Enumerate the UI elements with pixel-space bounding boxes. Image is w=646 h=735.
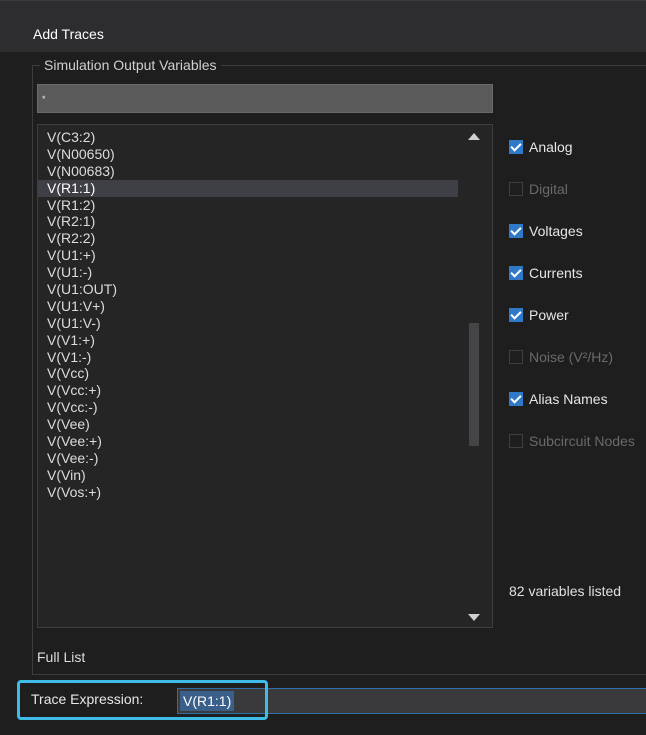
checkbox-label: Power <box>529 307 569 323</box>
scroll-up-arrow-icon[interactable] <box>468 133 480 140</box>
checkbox-unchecked-icon <box>509 350 523 364</box>
group-legend: Simulation Output Variables <box>40 57 221 73</box>
list-item[interactable]: V(N00650) <box>38 146 458 163</box>
list-item[interactable]: V(Vcc) <box>38 365 458 382</box>
list-item[interactable]: V(N00683) <box>38 163 458 180</box>
checkbox-unchecked-icon <box>509 434 523 448</box>
list-item[interactable]: V(U1:-) <box>38 264 458 281</box>
list-item[interactable]: V(V1:+) <box>38 332 458 349</box>
checkbox-label: Currents <box>529 265 583 281</box>
checkbox-checked-icon[interactable] <box>509 224 523 238</box>
variables-list: V(C3:2) V(N00650) V(N00683) V(R1:1) V(R1:2) V… <box>38 129 458 501</box>
checkbox-label: Alias Names <box>529 391 608 407</box>
list-item[interactable]: V(U1:V+) <box>38 298 458 315</box>
checkbox-analog[interactable]: Analog <box>509 137 573 157</box>
list-item[interactable]: V(U1:V-) <box>38 315 458 332</box>
scroll-thumb[interactable] <box>469 323 479 446</box>
list-item[interactable]: V(R1:1) <box>38 179 458 197</box>
checkbox-power[interactable]: Power <box>509 305 569 325</box>
checkbox-checked-icon[interactable] <box>509 140 523 154</box>
list-item[interactable]: V(R2:1) <box>38 213 458 230</box>
checkbox-label: Digital <box>529 181 568 197</box>
list-item[interactable]: V(Vee) <box>38 416 458 433</box>
checkbox-checked-icon[interactable] <box>509 266 523 280</box>
window-title: Add Traces <box>33 26 104 42</box>
trace-expression-label: Trace Expression: <box>31 691 144 707</box>
checkbox-label: Noise (V²/Hz) <box>529 349 614 365</box>
filter-input[interactable] <box>37 84 493 113</box>
list-item[interactable]: V(R1:2) <box>38 197 458 214</box>
list-item[interactable]: V(Vin) <box>38 467 458 484</box>
title-bar: Add Traces <box>0 0 646 52</box>
checkbox-digital: Digital <box>509 179 568 199</box>
list-item[interactable]: V(R2:2) <box>38 230 458 247</box>
list-item[interactable]: V(C3:2) <box>38 129 458 146</box>
checkbox-checked-icon[interactable] <box>509 308 523 322</box>
checkbox-label: Analog <box>529 139 573 155</box>
list-item[interactable]: V(Vee:-) <box>38 450 458 467</box>
checkbox-alias-names[interactable]: Alias Names <box>509 389 608 409</box>
checkbox-currents[interactable]: Currents <box>509 263 583 283</box>
checkbox-voltages[interactable]: Voltages <box>509 221 583 241</box>
full-list-label: Full List <box>37 649 86 665</box>
list-item[interactable]: V(U1:OUT) <box>38 281 458 298</box>
list-scrollbar[interactable] <box>458 125 492 627</box>
dialog-content: Simulation Output Variables V(C3:2)V(N00… <box>0 52 646 735</box>
checkbox-label: Subcircuit Nodes <box>529 433 635 449</box>
list-item[interactable]: V(U1:+) <box>38 247 458 264</box>
checkbox-subcircuit-nodes: Subcircuit Nodes <box>509 431 635 451</box>
scroll-down-arrow-icon[interactable] <box>468 614 480 621</box>
variables-count: 82 variables listed <box>509 583 622 599</box>
checkbox-unchecked-icon <box>509 182 523 196</box>
trace-expression-bar: V(R1:1) Trace Expression: <box>17 680 646 720</box>
list-item[interactable]: V(Vcc:-) <box>38 399 458 416</box>
checkbox-label: Voltages <box>529 223 583 239</box>
variables-listbox[interactable]: V(C3:2) V(N00650) V(N00683) V(R1:1) V(R1:2) V… <box>37 124 493 628</box>
checkbox-noise-v-hz: Noise (V²/Hz) <box>509 347 613 367</box>
list-item[interactable]: V(V1:-) <box>38 349 458 366</box>
list-item[interactable]: V(Vcc:+) <box>38 382 458 399</box>
list-item[interactable]: V(Vee:+) <box>38 433 458 450</box>
list-item[interactable]: V(Vos:+) <box>38 484 458 501</box>
checkbox-checked-icon[interactable] <box>509 392 523 406</box>
